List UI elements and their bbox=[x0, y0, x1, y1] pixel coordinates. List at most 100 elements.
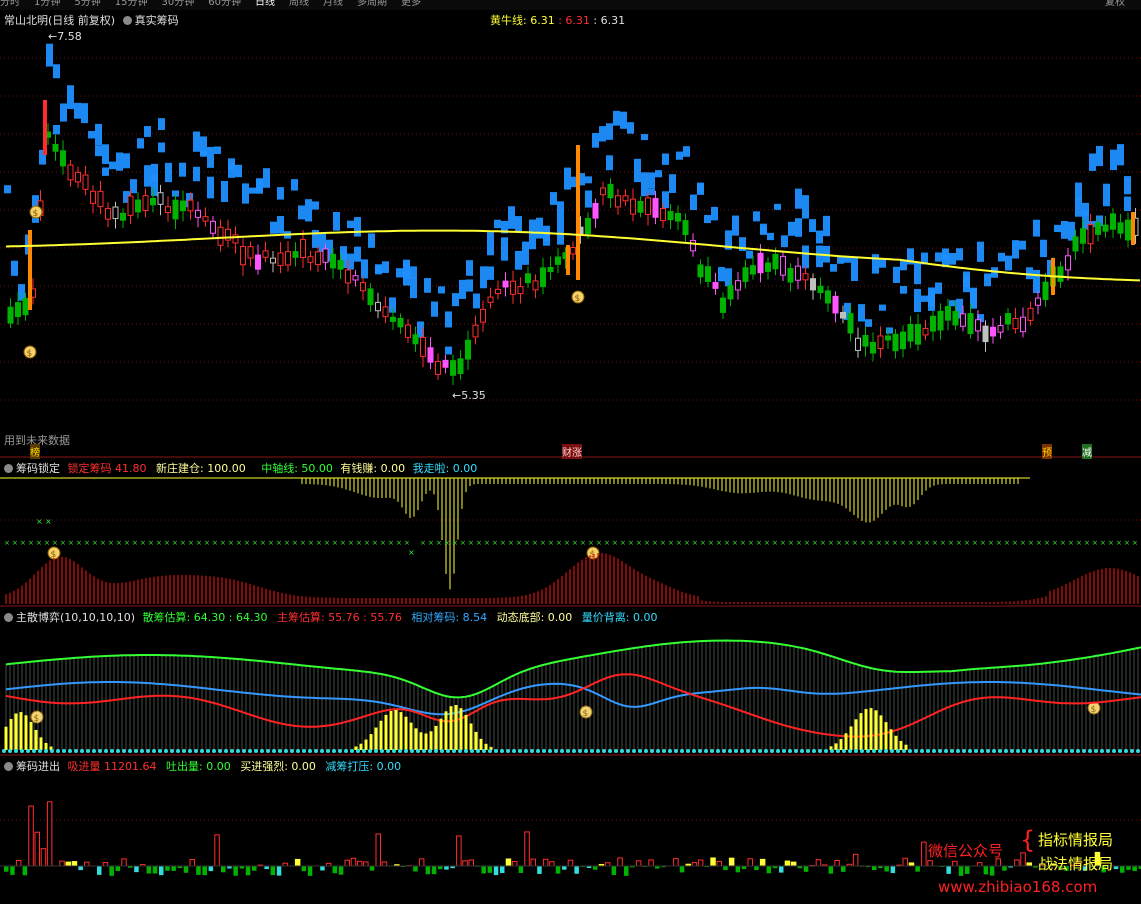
chip-block bbox=[214, 146, 221, 154]
flow-out-bar bbox=[221, 866, 226, 873]
axis-x-mark: × bbox=[252, 539, 258, 547]
highlight-candle bbox=[576, 145, 580, 280]
axis-x-mark: × bbox=[308, 539, 314, 547]
flow-out-bar bbox=[332, 866, 338, 874]
candle-body bbox=[1095, 222, 1101, 235]
axis-x-mark: × bbox=[1076, 539, 1082, 547]
axis-x-mark: × bbox=[1060, 539, 1066, 547]
candle-body bbox=[915, 324, 921, 345]
chip-block bbox=[228, 158, 235, 170]
candle-body bbox=[1117, 222, 1124, 234]
axis-x-mark: × bbox=[924, 539, 930, 547]
bottom-dot bbox=[608, 749, 612, 753]
axis-x-mark: × bbox=[132, 539, 138, 547]
bottom-dot bbox=[164, 749, 168, 753]
candle-body bbox=[435, 360, 441, 375]
candle-body bbox=[202, 216, 209, 222]
bottom-dot bbox=[938, 749, 942, 753]
bottom-dot bbox=[182, 749, 186, 753]
highlight-candle bbox=[28, 230, 32, 310]
chip-block bbox=[410, 277, 417, 299]
bottom-dot bbox=[872, 749, 876, 753]
flow-in-bar bbox=[102, 862, 109, 867]
candle-body bbox=[892, 333, 899, 352]
bottom-dot bbox=[188, 749, 192, 753]
candle-body bbox=[330, 253, 336, 269]
axis-x-mark: × bbox=[204, 539, 210, 547]
chip-block bbox=[529, 219, 536, 232]
bottom-dot bbox=[1010, 749, 1014, 753]
candle-body bbox=[277, 252, 284, 267]
axis-x-mark: × bbox=[196, 539, 202, 547]
flow-out-bar bbox=[574, 866, 579, 874]
flow-out-bar bbox=[754, 866, 759, 871]
flow-in-bar bbox=[710, 857, 716, 867]
bottom-dot bbox=[842, 749, 846, 753]
candle-body bbox=[780, 255, 786, 276]
settings-gear-icon[interactable] bbox=[4, 464, 13, 473]
bottom-dot bbox=[128, 749, 132, 753]
bottom-dot bbox=[620, 749, 624, 753]
chip-block bbox=[641, 172, 648, 197]
chip-block bbox=[277, 216, 284, 234]
axis-x-mark: × bbox=[964, 539, 970, 547]
bottom-dot bbox=[1124, 749, 1128, 753]
candle-body bbox=[517, 286, 524, 295]
axis-x-mark: × bbox=[516, 539, 522, 547]
candle-body bbox=[412, 334, 419, 345]
bottom-dot bbox=[716, 749, 720, 753]
axis-x-mark: × bbox=[700, 539, 706, 547]
bottom-dot bbox=[806, 749, 810, 753]
bottom-dot bbox=[20, 749, 24, 753]
bottom-dot bbox=[284, 749, 288, 753]
axis-x-mark: × bbox=[1124, 539, 1130, 547]
bottom-dot bbox=[326, 749, 330, 753]
flow-in-bar bbox=[381, 861, 388, 867]
axis-x-mark: × bbox=[860, 539, 866, 547]
bottom-dot bbox=[92, 749, 96, 753]
bottom-dot bbox=[140, 749, 144, 753]
bottom-dot bbox=[350, 749, 354, 753]
chip-block bbox=[361, 259, 368, 279]
axis-x-mark: × bbox=[852, 539, 858, 547]
bottom-dot bbox=[1058, 749, 1062, 753]
chip-block bbox=[221, 181, 228, 202]
bottom-dot bbox=[200, 749, 204, 753]
bottom-dot bbox=[458, 749, 462, 753]
candle-body bbox=[997, 325, 1004, 333]
chip-block bbox=[431, 301, 438, 317]
chip-block bbox=[949, 300, 956, 307]
chip-block bbox=[592, 133, 599, 148]
candle-body bbox=[75, 171, 81, 183]
flow-out-bar bbox=[115, 866, 121, 872]
candle-body bbox=[367, 288, 374, 306]
settings-gear-icon[interactable] bbox=[4, 762, 13, 771]
chip-block bbox=[1019, 240, 1026, 250]
flow-out-bar bbox=[779, 866, 784, 873]
flow-out-bar bbox=[890, 866, 896, 874]
axis-x-mark: × bbox=[45, 517, 52, 526]
settings-gear-icon[interactable] bbox=[4, 613, 13, 622]
flow-out-bar bbox=[1002, 866, 1007, 871]
bottom-dot bbox=[986, 749, 990, 753]
chip-block bbox=[102, 167, 109, 176]
axis-x-mark: × bbox=[1036, 539, 1042, 547]
chip-block bbox=[270, 221, 277, 234]
candle-body bbox=[360, 282, 366, 292]
flow-out-bar bbox=[989, 866, 995, 876]
bottom-dot bbox=[812, 749, 816, 753]
flow-in-bar bbox=[28, 805, 34, 867]
candle-body bbox=[712, 282, 719, 289]
axis-x-mark: × bbox=[524, 539, 530, 547]
candle-body bbox=[165, 206, 171, 214]
bottom-dot bbox=[788, 749, 792, 753]
candle-body bbox=[1012, 317, 1019, 330]
bottom-dot bbox=[1118, 749, 1122, 753]
chip-block bbox=[158, 142, 165, 153]
bottom-dot bbox=[116, 749, 120, 753]
flow-in-bar bbox=[530, 858, 536, 867]
axis-x-mark: × bbox=[1108, 539, 1114, 547]
axis-x-mark: × bbox=[44, 539, 50, 547]
axis-x-mark: × bbox=[756, 539, 762, 547]
candle-body bbox=[405, 324, 411, 338]
